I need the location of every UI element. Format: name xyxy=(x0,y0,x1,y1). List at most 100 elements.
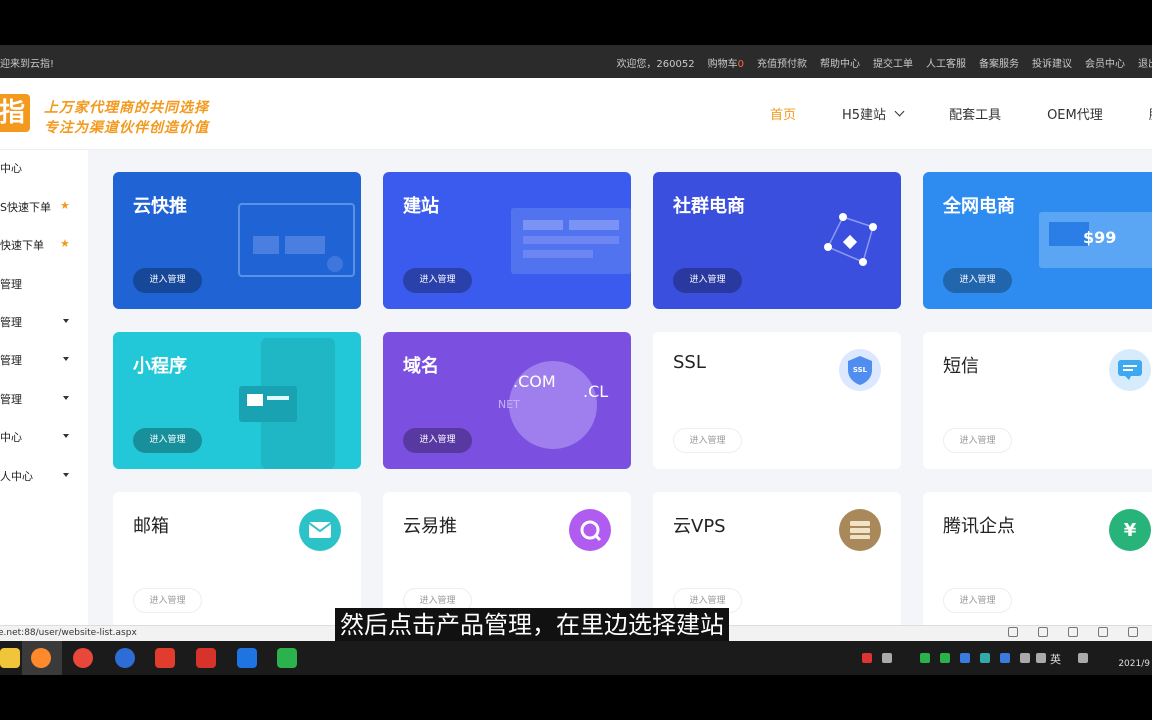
battery-icon[interactable] xyxy=(1020,653,1030,663)
wechat-tray-icon[interactable] xyxy=(920,653,930,663)
manage-button[interactable]: 进入管理 xyxy=(943,268,1012,293)
product-card-sms[interactable]: 短信 进入管理 xyxy=(923,332,1152,469)
caret-down-icon xyxy=(63,473,69,477)
help-link[interactable]: 帮助中心 xyxy=(820,55,860,70)
nav-home[interactable]: 首页 xyxy=(770,104,796,123)
wechat-tray-icon[interactable] xyxy=(940,653,950,663)
product-card-cloud-push[interactable]: 云快推 进入管理 xyxy=(113,172,361,309)
sidebar-item-quick-order-s[interactable]: S快速下单 ★ xyxy=(0,199,88,219)
main-nav: 首页 H5建站 配套工具 OEM代理 服 xyxy=(770,104,1152,123)
logout-link[interactable]: 退出 xyxy=(1138,55,1152,70)
sidebar-item-label: 管理 xyxy=(0,278,22,291)
manage-button[interactable]: 进入管理 xyxy=(133,588,202,613)
sidebar-item-label: 中心 xyxy=(0,431,22,444)
nav-tools[interactable]: 配套工具 xyxy=(949,104,1001,123)
trash-icon[interactable] xyxy=(1068,627,1078,637)
volume-icon[interactable] xyxy=(1098,627,1108,637)
browser-icon[interactable] xyxy=(31,648,51,668)
wps-icon[interactable] xyxy=(196,648,216,668)
product-card-website[interactable]: 建站 进入管理 xyxy=(383,172,631,309)
manage-button[interactable]: 进入管理 xyxy=(133,428,202,453)
wechat-icon[interactable] xyxy=(277,648,297,668)
manage-button[interactable]: 进入管理 xyxy=(403,268,472,293)
product-card-mailbox[interactable]: 邮箱 进入管理 xyxy=(113,492,361,625)
sidebar-item-management-3[interactable]: 管理 xyxy=(0,352,88,372)
card-title: 腾讯企点 xyxy=(943,516,1015,537)
file-explorer-icon[interactable] xyxy=(0,648,20,668)
sidebar-item-quick-order[interactable]: 快速下单 ★ xyxy=(0,237,88,257)
system-clock[interactable]: 2021/9 xyxy=(1118,659,1150,669)
product-card-all-commerce[interactable]: $99 全网电商 进入管理 xyxy=(923,172,1152,309)
sidebar-item-label: 管理 xyxy=(0,316,22,329)
manage-button[interactable]: 进入管理 xyxy=(673,268,742,293)
chevron-down-icon xyxy=(894,106,905,117)
ticket-link[interactable]: 提交工单 xyxy=(873,55,913,70)
nav-oem[interactable]: OEM代理 xyxy=(1047,104,1103,123)
tray-app-icon[interactable] xyxy=(882,653,892,663)
status-url: e.net:88/user/website-list.aspx xyxy=(0,628,137,638)
ssl-icon-label: SSL xyxy=(852,366,868,374)
sidebar-item-management-2[interactable]: 管理 xyxy=(0,314,88,334)
product-card-domain[interactable]: .COM .CL NET 域名 进入管理 xyxy=(383,332,631,469)
g-app-icon[interactable] xyxy=(155,648,175,668)
product-card-social-commerce[interactable]: 社群电商 进入管理 xyxy=(653,172,901,309)
filing-link[interactable]: 备案服务 xyxy=(979,55,1019,70)
network-illustration xyxy=(824,213,877,266)
mail-icon xyxy=(299,509,341,551)
sidebar-item-personal-center[interactable]: 人中心 xyxy=(0,468,88,488)
cart-link[interactable]: 购物车0 xyxy=(708,55,744,70)
product-card-cloud-vps[interactable]: 云VPS 进入管理 xyxy=(653,492,901,625)
dashboard-illustration xyxy=(511,208,631,274)
status-tools xyxy=(1008,627,1138,637)
tray-app-icon[interactable] xyxy=(960,653,970,663)
mountain-app-icon[interactable] xyxy=(237,648,257,668)
sidebar-item-management-4[interactable]: 管理 xyxy=(0,391,88,411)
shield-icon[interactable] xyxy=(980,653,990,663)
video-subtitle: 然后点击产品管理，在里边选择建站 xyxy=(335,608,729,643)
product-card-ssl[interactable]: SSL SSL 进入管理 xyxy=(653,332,901,469)
nav-h5-site[interactable]: H5建站 xyxy=(842,104,905,123)
domain-com: .COM xyxy=(513,372,556,391)
tool-icon[interactable] xyxy=(1008,627,1018,637)
taskbar: 英 2021/9 xyxy=(0,641,1152,675)
input-language[interactable]: 英 xyxy=(1050,651,1061,667)
nav-tools-label: 配套工具 xyxy=(949,108,1002,123)
top-links: 欢迎您，260052 购物车0 充值预付款 帮助中心 提交工单 人工客服 备案服… xyxy=(616,55,1152,70)
bluetooth-icon[interactable] xyxy=(1000,653,1010,663)
sidebar-item-management-1[interactable]: 管理 xyxy=(0,276,88,296)
manage-button[interactable]: 进入管理 xyxy=(133,268,202,293)
member-center-link[interactable]: 会员中心 xyxy=(1085,55,1125,70)
product-card-tencent-qidian[interactable]: ¥ 腾讯企点 进入管理 xyxy=(923,492,1152,625)
main-content: 中心 S快速下单 ★ 快速下单 ★ 管理 管理 管理 管理 中心 人中心 云快推 进… xyxy=(0,150,1152,625)
network-icon[interactable] xyxy=(1036,653,1046,663)
manage-button[interactable]: 进入管理 xyxy=(943,428,1012,453)
support-link[interactable]: 人工客服 xyxy=(926,55,966,70)
chrome-icon[interactable] xyxy=(73,648,93,668)
cart-count: 0 xyxy=(737,59,744,70)
welcome-text: 迎来到云指! xyxy=(0,59,55,70)
sidebar-item-center-2[interactable]: 中心 xyxy=(0,429,88,449)
card-title: 短信 xyxy=(943,356,979,377)
k-app-icon[interactable] xyxy=(115,648,135,668)
logo[interactable]: 指 xyxy=(0,94,30,132)
sidebar-item-center[interactable]: 中心 xyxy=(0,160,88,180)
tray-app-icon[interactable] xyxy=(862,653,872,663)
manage-button[interactable]: 进入管理 xyxy=(943,588,1012,613)
product-card-cloud-easy-push[interactable]: 云易推 进入管理 xyxy=(383,492,631,625)
manage-button[interactable]: 进入管理 xyxy=(673,428,742,453)
ime-icon[interactable] xyxy=(1078,653,1088,663)
card-title: 邮箱 xyxy=(133,516,169,537)
recharge-link[interactable]: 充值预付款 xyxy=(757,55,807,70)
card-title: 域名 xyxy=(403,356,439,377)
refresh-icon[interactable] xyxy=(1038,627,1048,637)
card-title: 云快推 xyxy=(133,196,187,217)
product-card-mini-program[interactable]: 小程序 进入管理 xyxy=(113,332,361,469)
top-bar: 迎来到云指! 欢迎您，260052 购物车0 充值预付款 帮助中心 提交工单 人… xyxy=(0,45,1152,78)
manage-button[interactable]: 进入管理 xyxy=(403,428,472,453)
yuan-icon: ¥ xyxy=(1109,509,1151,551)
price-tag: $99 xyxy=(1083,228,1117,247)
card-title: 云VPS xyxy=(673,516,726,537)
system-tray: 英 2021/9 xyxy=(832,641,1152,675)
screenshot-icon[interactable] xyxy=(1128,627,1138,637)
complaint-link[interactable]: 投诉建议 xyxy=(1032,55,1072,70)
